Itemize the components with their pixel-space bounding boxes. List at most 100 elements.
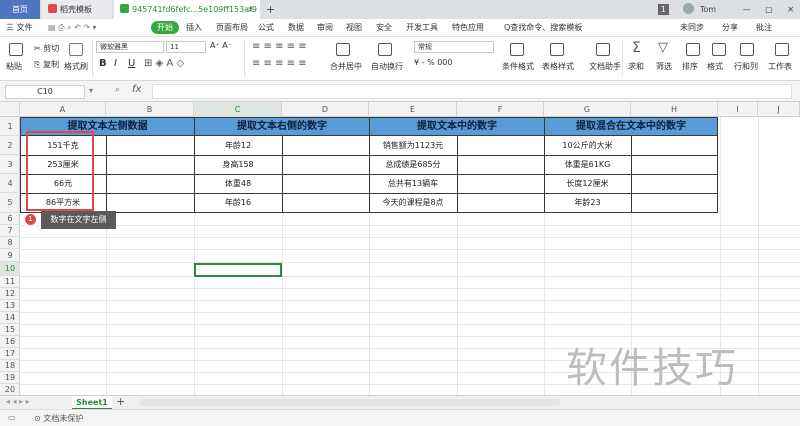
worksheet-button[interactable]: 工作表 <box>768 61 792 72</box>
table-cell[interactable]: 身高158 <box>194 155 282 174</box>
header-cell-middle-numbers[interactable]: 提取文本中的数字 <box>369 117 544 136</box>
number-format-select[interactable]: 常规 <box>414 41 494 53</box>
filter-button[interactable]: 筛选 <box>656 61 672 72</box>
row-header[interactable]: 3 <box>0 155 20 174</box>
merge-center-icon[interactable] <box>336 43 350 56</box>
quick-access-icons[interactable]: ▤ ⎙ ⌕ ↶ ↷ ▾ <box>48 19 97 37</box>
row-header[interactable]: 16 <box>0 336 20 348</box>
format-painter-button[interactable]: 格式刷 <box>64 61 88 72</box>
row-header[interactable]: 7 <box>0 225 20 237</box>
wrap-text-button[interactable]: 自动换行 <box>371 61 403 72</box>
column-header-h[interactable]: H <box>631 102 718 117</box>
row-header[interactable]: 14 <box>0 312 20 324</box>
tab-template[interactable]: 稻壳模板 <box>42 0 112 19</box>
underline-button[interactable]: U <box>128 58 135 69</box>
comment-button[interactable]: 批注 <box>756 19 772 37</box>
table-cell[interactable]: 体重48 <box>194 174 282 193</box>
status-screen-icon[interactable]: ▭ <box>8 413 16 422</box>
table-cell[interactable]: 长度12厘米 <box>544 174 631 193</box>
row-header[interactable]: 18 <box>0 360 20 372</box>
table-cell[interactable]: 年龄23 <box>544 193 631 213</box>
table-cell[interactable]: 总成绩是685分 <box>369 155 457 174</box>
menu-developer[interactable]: 开发工具 <box>406 19 438 37</box>
row-header[interactable]: 19 <box>0 372 20 384</box>
border-fill-color-icons[interactable]: ⊞ ◈ A ◇ <box>144 58 184 69</box>
sheet-tab-sheet1[interactable]: Sheet1 <box>72 396 112 410</box>
row-header[interactable]: 5 <box>0 193 20 213</box>
menu-review[interactable]: 审阅 <box>317 19 333 37</box>
horizontal-scrollbar[interactable] <box>140 399 560 406</box>
filter-icon[interactable]: ▽ <box>658 40 668 55</box>
header-cell-mixed-numbers[interactable]: 提取混合在文本中的数字 <box>544 117 718 136</box>
sheet-nav-icons[interactable]: ◂ ◂ ▸ ▸ <box>6 397 30 406</box>
column-header-c[interactable]: C <box>194 102 282 117</box>
formula-input[interactable] <box>152 84 792 99</box>
column-header-d[interactable]: D <box>282 102 369 117</box>
row-column-icon[interactable] <box>740 43 754 56</box>
tab-spreadsheet-file[interactable]: 945741fd6fefc...5e109ff153af9 × <box>114 0 260 19</box>
fx-icon[interactable]: fx <box>132 84 141 95</box>
paste-icon[interactable] <box>9 43 23 56</box>
doc-protect-status[interactable]: ⊙ 文档未保护 <box>34 413 83 424</box>
close-tab-icon[interactable]: × <box>247 0 254 19</box>
column-header-a[interactable]: A <box>20 102 106 117</box>
menu-special[interactable]: 特色应用 <box>452 19 484 37</box>
doc-helper-icon[interactable] <box>596 43 610 56</box>
worksheet-icon[interactable] <box>775 43 789 56</box>
format-painter-icon[interactable] <box>69 43 83 56</box>
table-style-icon[interactable] <box>550 43 564 56</box>
italic-button[interactable]: I <box>114 58 117 69</box>
header-cell-right-numbers[interactable]: 提取文本右侧的数字 <box>194 117 369 136</box>
row-header[interactable]: 15 <box>0 324 20 336</box>
tab-home[interactable]: 首页 <box>0 0 40 19</box>
avatar[interactable] <box>683 3 695 14</box>
name-box-dropdown-icon[interactable]: ▾ <box>89 86 93 95</box>
menu-security[interactable]: 安全 <box>376 19 392 37</box>
font-size-select[interactable]: 11 <box>166 41 206 53</box>
format-icon[interactable] <box>712 43 726 56</box>
doc-helper-button[interactable]: 文档助手 <box>589 61 621 72</box>
maximize-icon[interactable]: ▢ <box>765 5 773 14</box>
align-left-icons[interactable]: ≡ ≡ ≡ ≡ ≡ <box>252 58 307 69</box>
row-header[interactable]: 9 <box>0 249 20 262</box>
column-header-j[interactable]: J <box>758 102 800 117</box>
new-tab-button[interactable]: + <box>266 0 280 19</box>
number-format-icons[interactable]: ¥ - % 000 <box>414 58 452 67</box>
row-header[interactable]: 4 <box>0 174 20 193</box>
sort-icon[interactable] <box>686 43 700 56</box>
row-header[interactable]: 13 <box>0 300 20 312</box>
select-all-corner[interactable] <box>0 102 20 117</box>
font-family-select[interactable]: 微软雅黑 <box>96 41 164 53</box>
table-cell[interactable]: 年龄12 <box>194 136 282 155</box>
table-style-button[interactable]: 表格样式 <box>542 61 574 72</box>
menu-file[interactable]: 三 文件 <box>6 19 33 37</box>
menu-insert[interactable]: 插入 <box>186 19 202 37</box>
cut-button[interactable]: ✂ 剪切 <box>34 43 59 54</box>
row-header[interactable]: 6 <box>0 213 20 225</box>
name-box[interactable]: C10 <box>5 85 85 99</box>
user-name[interactable]: Tom <box>700 5 716 14</box>
sort-button[interactable]: 排序 <box>682 61 698 72</box>
table-cell[interactable]: 总共有13辆车 <box>369 174 457 193</box>
row-header[interactable]: 8 <box>0 237 20 249</box>
active-cell-c10[interactable] <box>194 263 282 277</box>
column-header-g[interactable]: G <box>544 102 631 117</box>
menu-start[interactable]: 开始 <box>151 21 179 34</box>
table-cell[interactable]: 体重是61KG <box>544 155 631 174</box>
sum-button[interactable]: 求和 <box>628 61 644 72</box>
merge-center-button[interactable]: 合并居中 <box>330 61 362 72</box>
menu-view[interactable]: 视图 <box>346 19 362 37</box>
conditional-format-button[interactable]: 条件格式 <box>502 61 534 72</box>
row-column-button[interactable]: 行和列 <box>734 61 758 72</box>
row-header[interactable]: 11 <box>0 276 20 288</box>
close-window-icon[interactable]: ✕ <box>787 5 794 14</box>
column-header-e[interactable]: E <box>369 102 457 117</box>
table-cell[interactable]: 10公斤的大米 <box>544 136 631 155</box>
menu-page-layout[interactable]: 页面布局 <box>216 19 248 37</box>
row-header[interactable]: 17 <box>0 348 20 360</box>
font-size-increase-icon[interactable]: A⁺ A⁻ <box>210 41 232 50</box>
column-header-b[interactable]: B <box>106 102 194 117</box>
copy-button[interactable]: ⎘ 复制 <box>34 59 59 70</box>
wrap-text-icon[interactable] <box>378 43 392 56</box>
row-header[interactable]: 1 <box>0 117 20 136</box>
